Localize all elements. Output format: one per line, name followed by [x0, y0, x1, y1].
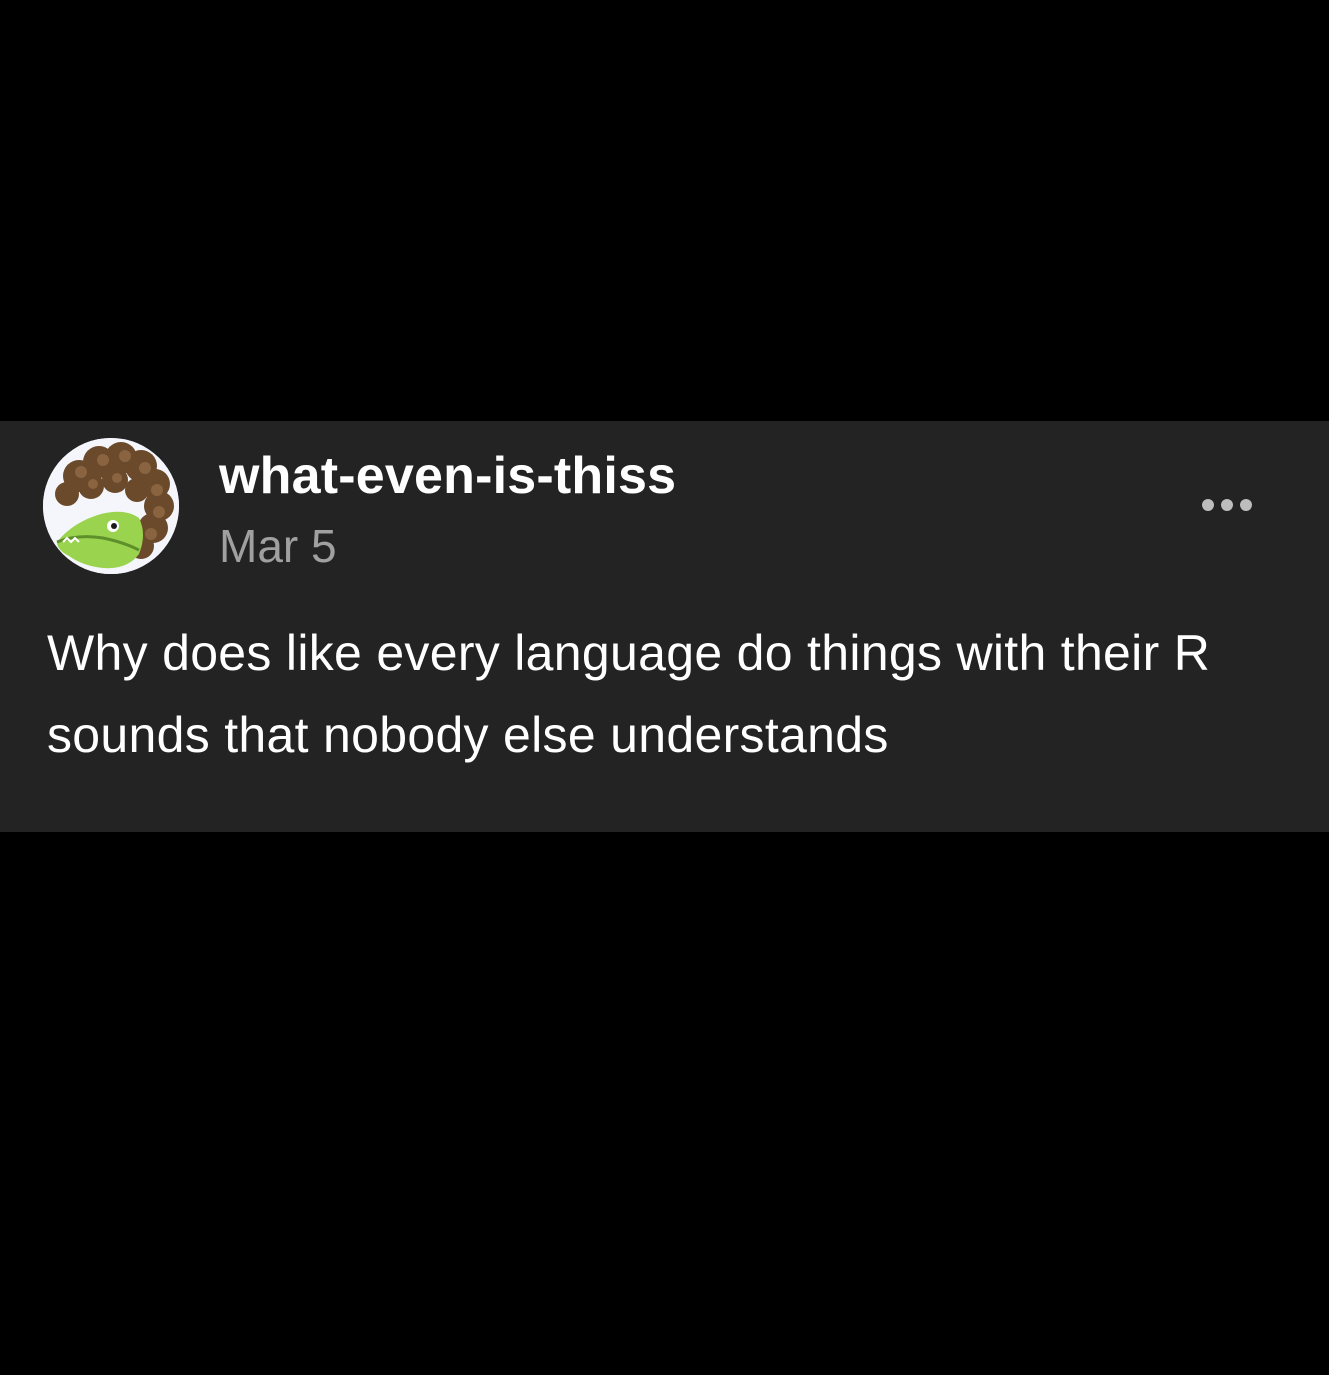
post-date: Mar 5 — [219, 520, 337, 572]
more-options-icon — [1202, 499, 1252, 511]
post-body-text: Why does like every language do things w… — [47, 625, 1211, 763]
avatar[interactable] — [43, 438, 179, 574]
crocodile-avatar-icon — [43, 438, 179, 574]
more-options-button[interactable] — [1192, 488, 1262, 522]
username-link[interactable]: what-even-is-thiss — [219, 446, 676, 506]
